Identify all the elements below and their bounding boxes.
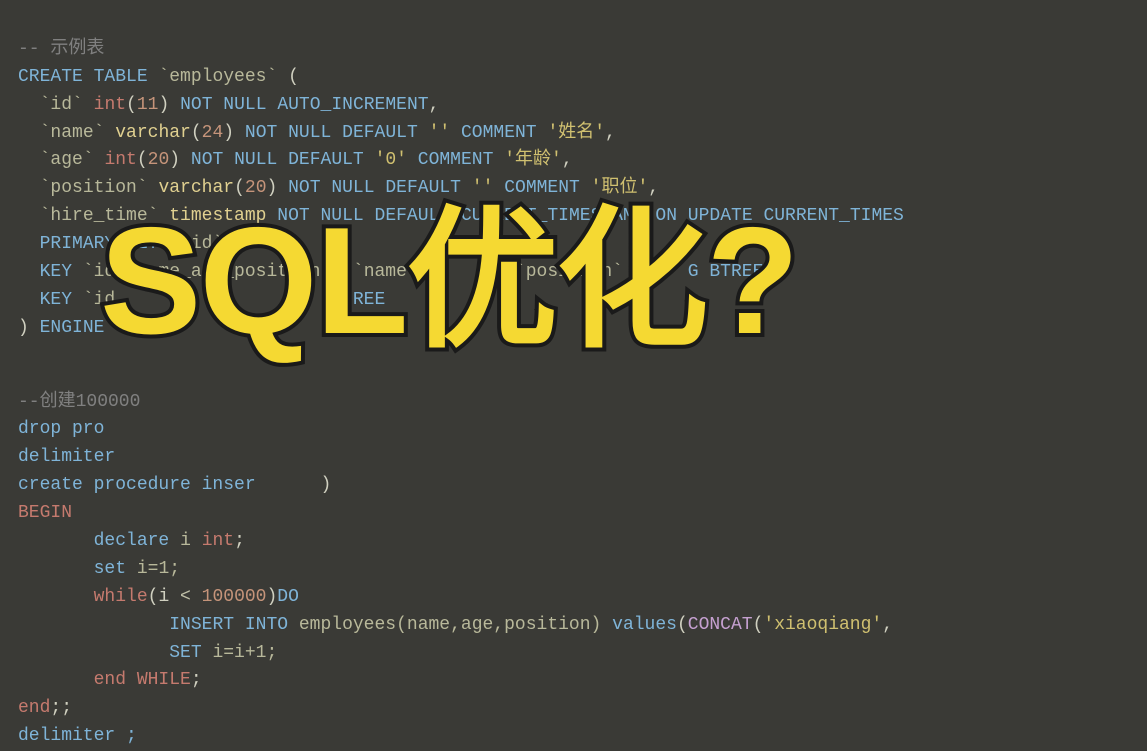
begin-kw: BEGIN: [18, 503, 72, 523]
create-proc: create procedure inser: [18, 475, 256, 495]
create-table-kw: CREATE TABLE: [18, 67, 148, 87]
comment-line-2: --创建100000: [18, 392, 140, 412]
table-name: `employees`: [158, 67, 277, 87]
col-name: `name`: [40, 123, 105, 143]
drop-proc: drop pro: [18, 419, 104, 439]
code-editor: -- 示例表 CREATE TABLE `employees` ( `id` i…: [18, 8, 1129, 751]
delimiter-end: delimiter ;: [18, 726, 137, 746]
comment-line: -- 示例表: [18, 39, 104, 59]
overlay-title: SQL优化?: [100, 205, 797, 357]
col-id: `id`: [40, 95, 83, 115]
insert-kw: INSERT INTO: [169, 615, 288, 635]
col-age: `age`: [40, 150, 94, 170]
delimiter: delimiter: [18, 447, 115, 467]
